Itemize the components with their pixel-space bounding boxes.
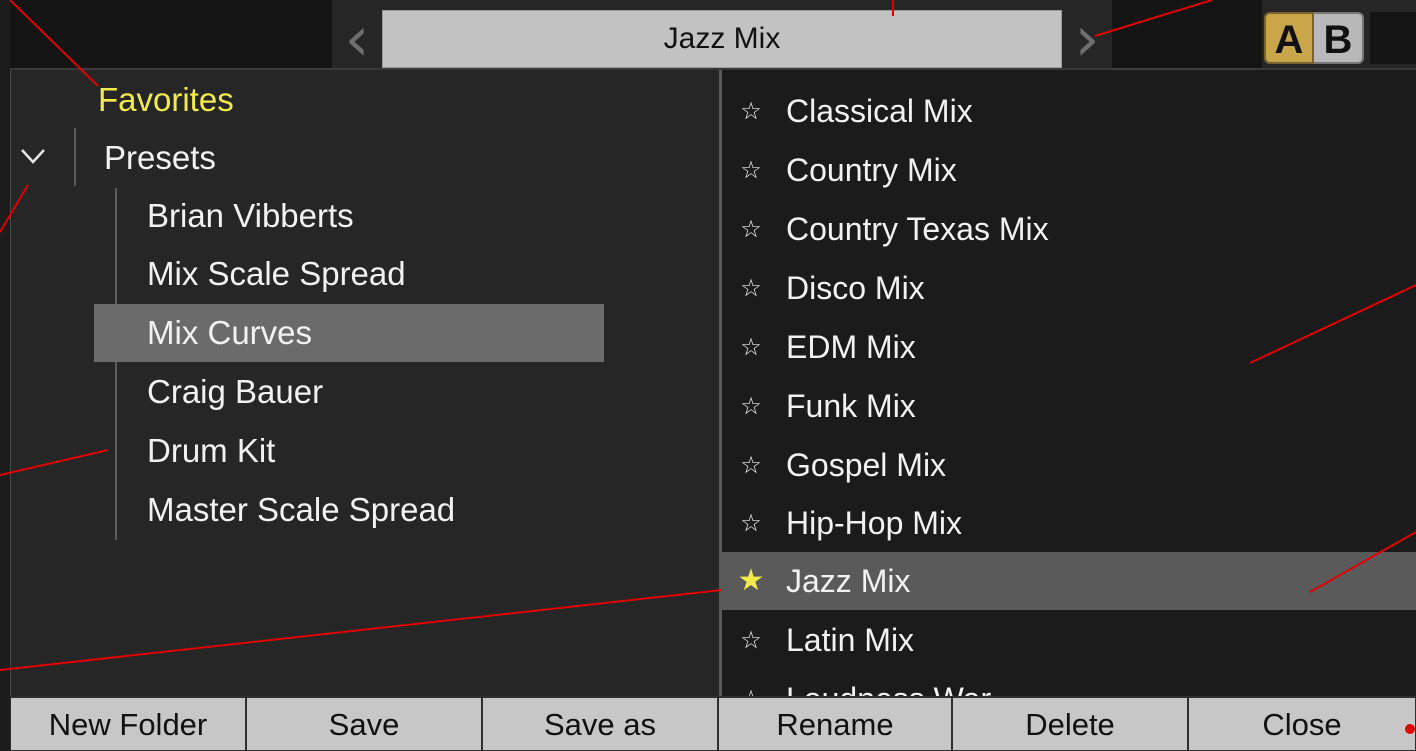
- new-folder-button[interactable]: New Folder: [10, 696, 246, 751]
- window-frame-left: [0, 0, 11, 751]
- favorites-folder[interactable]: Favorites: [98, 74, 234, 126]
- preset-label: Latin Mix: [786, 622, 915, 658]
- star-outline-icon[interactable]: ☆: [736, 200, 766, 258]
- preset-row[interactable]: ☆ EDM Mix: [722, 318, 1416, 376]
- folder-browser: Favorites Presets Brian Vibberts Mix Sca…: [11, 70, 719, 696]
- header-right-area: [1112, 0, 1262, 68]
- collapse-separator: [74, 128, 76, 186]
- star-outline-icon[interactable]: ☆: [736, 318, 766, 376]
- header-edge: [1370, 12, 1416, 64]
- preset-row[interactable]: ☆ Gospel Mix: [722, 436, 1416, 494]
- action-bar: New Folder Save Save as Rename Delete Cl…: [10, 696, 1416, 751]
- preset-label: Classical Mix: [786, 93, 973, 129]
- star-outline-icon[interactable]: ☆: [736, 259, 766, 317]
- compare-a-button[interactable]: A: [1264, 12, 1314, 64]
- save-as-button[interactable]: Save as: [482, 696, 718, 751]
- preset-label: Loudness War: [786, 670, 991, 696]
- preset-row[interactable]: ☆ Country Texas Mix: [722, 200, 1416, 258]
- current-preset-title[interactable]: Jazz Mix: [382, 10, 1062, 68]
- folder-item[interactable]: Craig Bauer: [147, 366, 323, 418]
- star-outline-icon[interactable]: ☆: [736, 377, 766, 435]
- ab-compare-switch: A B: [1264, 12, 1364, 64]
- star-outline-icon[interactable]: ☆: [736, 141, 766, 199]
- star-filled-icon[interactable]: ★: [736, 552, 766, 610]
- preset-label: Funk Mix: [786, 388, 916, 424]
- folder-item[interactable]: Brian Vibberts: [147, 190, 354, 242]
- star-outline-icon[interactable]: ☆: [736, 82, 766, 140]
- star-outline-icon[interactable]: ☆: [736, 494, 766, 552]
- rename-button[interactable]: Rename: [718, 696, 952, 751]
- preset-row-selected[interactable]: ★ Jazz Mix: [722, 552, 1416, 610]
- preset-row-partial[interactable]: ☆ Loudness War: [722, 670, 1416, 696]
- delete-button[interactable]: Delete: [952, 696, 1188, 751]
- folder-item-selected[interactable]: Mix Curves: [147, 307, 312, 359]
- preset-header: ‹ Jazz Mix › A B: [10, 0, 1416, 70]
- presets-folder[interactable]: Presets: [104, 132, 216, 184]
- star-outline-icon[interactable]: ☆: [736, 611, 766, 669]
- preset-row[interactable]: ☆ Classical Mix: [722, 82, 1416, 140]
- preset-label: Hip-Hop Mix: [786, 505, 963, 541]
- preset-label: Country Mix: [786, 152, 957, 188]
- chevron-down-icon[interactable]: [17, 132, 49, 182]
- folder-item[interactable]: Master Scale Spread: [147, 484, 455, 536]
- preset-row[interactable]: ☆ Country Mix: [722, 141, 1416, 199]
- tree-indent-line: [115, 188, 117, 540]
- preset-label: Jazz Mix: [786, 563, 911, 599]
- preset-label: Gospel Mix: [786, 447, 947, 483]
- star-outline-icon[interactable]: ☆: [736, 436, 766, 494]
- previous-preset-icon[interactable]: ‹: [332, 8, 382, 70]
- preset-label: Disco Mix: [786, 270, 925, 306]
- preset-row[interactable]: ☆ Funk Mix: [722, 377, 1416, 435]
- preset-label: EDM Mix: [786, 329, 916, 365]
- preset-row[interactable]: ☆ Hip-Hop Mix: [722, 494, 1416, 552]
- preset-list[interactable]: ☆ Classical Mix ☆ Country Mix ☆ Country …: [722, 70, 1416, 696]
- header-left-area: [10, 0, 332, 68]
- save-button[interactable]: Save: [246, 696, 482, 751]
- star-outline-icon[interactable]: ☆: [736, 670, 766, 696]
- preset-row[interactable]: ☆ Latin Mix: [722, 611, 1416, 669]
- folder-item[interactable]: Mix Scale Spread: [147, 248, 406, 300]
- compare-b-button[interactable]: B: [1314, 12, 1364, 64]
- preset-label: Country Texas Mix: [786, 211, 1049, 247]
- next-preset-icon[interactable]: ›: [1062, 8, 1112, 70]
- folder-item[interactable]: Drum Kit: [147, 425, 275, 477]
- preset-row[interactable]: ☆ Disco Mix: [722, 259, 1416, 317]
- close-button[interactable]: Close: [1188, 696, 1416, 751]
